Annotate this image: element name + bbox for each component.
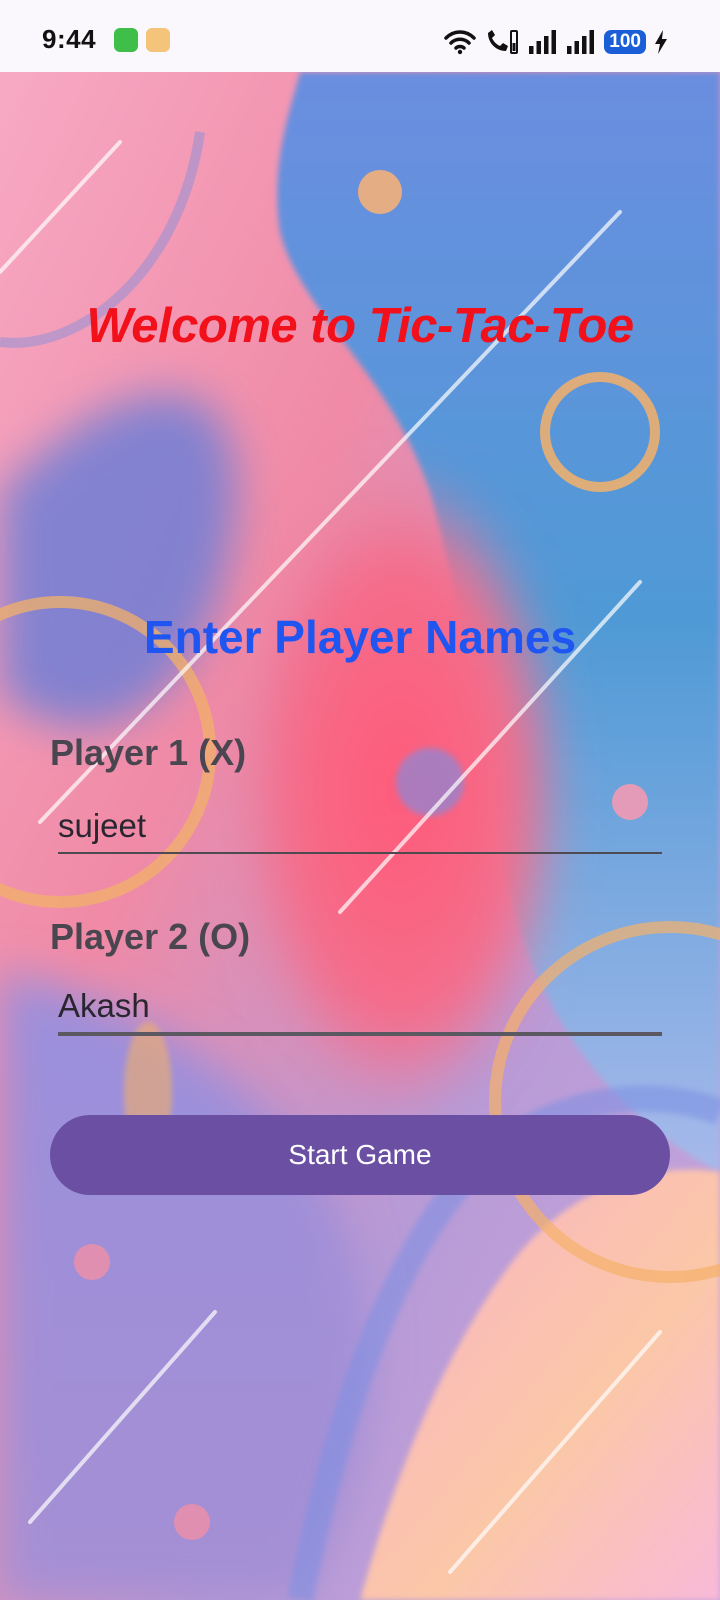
app-notification-icon (114, 28, 138, 52)
signal-icon-sim2 (567, 30, 595, 54)
status-time: 9:44 (42, 24, 97, 54)
signal-icon-sim1 (529, 30, 557, 54)
status-icons: 100 (444, 28, 668, 56)
enter-player-names-heading: Enter Player Names (143, 611, 577, 663)
shopping-app-notification-icon (146, 28, 170, 52)
player1-name-input[interactable] (58, 800, 662, 854)
player2-label: Player 2 (O) (50, 916, 251, 957)
player1-label: Player 1 (X) (50, 732, 247, 773)
welcome-title: Welcome to Tic-Tac-Toe (86, 299, 634, 353)
status-bar: 9:44 100 (0, 0, 720, 72)
wifi-icon (444, 30, 477, 55)
wifi-call-icon (488, 30, 519, 54)
app-screen: 9:44 100 Welcome to Tic-Tac-Toe Enter Pl… (0, 0, 720, 1600)
player2-name-input[interactable] (58, 980, 662, 1036)
charging-bolt-icon (655, 30, 667, 54)
battery-icon: 100 (604, 30, 646, 54)
start-game-button[interactable]: Start Game (50, 1115, 670, 1195)
